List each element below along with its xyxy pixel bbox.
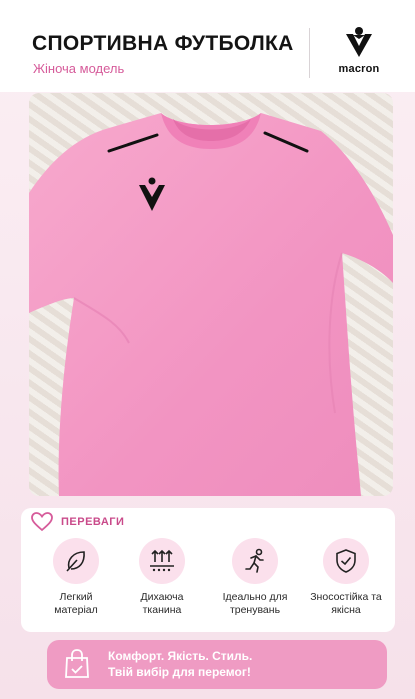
page-title: СПОРТИВНА ФУТБОЛКА [32,32,294,55]
feature-label: Ідеально для тренувань [222,591,288,616]
feature-icon-circle [232,538,278,584]
header: СПОРТИВНА ФУТБОЛКА Жіноча модель macron [0,0,415,92]
airflow-icon [150,549,174,572]
feature-item: Дихаюча тканина [117,538,207,617]
feature-icon-circle [139,538,185,584]
feature-item: Ідеально для тренувань [210,538,300,617]
brand-name: macron [338,63,380,75]
shopping-bag-icon [65,649,89,678]
feature-label: Дихаюча тканина [140,591,184,616]
header-divider [309,28,310,78]
feature-item: Зносостійка та якісна [301,538,391,617]
feature-item: Легкий матеріал [31,538,121,617]
product-photo [29,93,393,496]
feature-label: Зносостійка та якісна [310,591,382,616]
running-icon [245,548,264,573]
macron-logo-icon [346,27,372,57]
slogan-text: Комфорт. Якість. Стиль. Твій вибір для п… [108,649,253,679]
brand-logo: macron [324,26,394,84]
product-card: СПОРТИВНА ФУТБОЛКА Жіноча модель macron [0,0,415,699]
advantages-title: ПЕРЕВАГИ [61,516,125,528]
feature-icon-circle [53,538,99,584]
feature-icon-circle [323,538,369,584]
heart-icon [31,512,53,532]
page-subtitle: Жіноча модель [33,61,125,76]
shield-check-icon [336,549,356,573]
feature-label: Легкий матеріал [54,591,98,616]
pink-tshirt-photo [29,113,393,496]
leaf-icon [66,551,85,572]
